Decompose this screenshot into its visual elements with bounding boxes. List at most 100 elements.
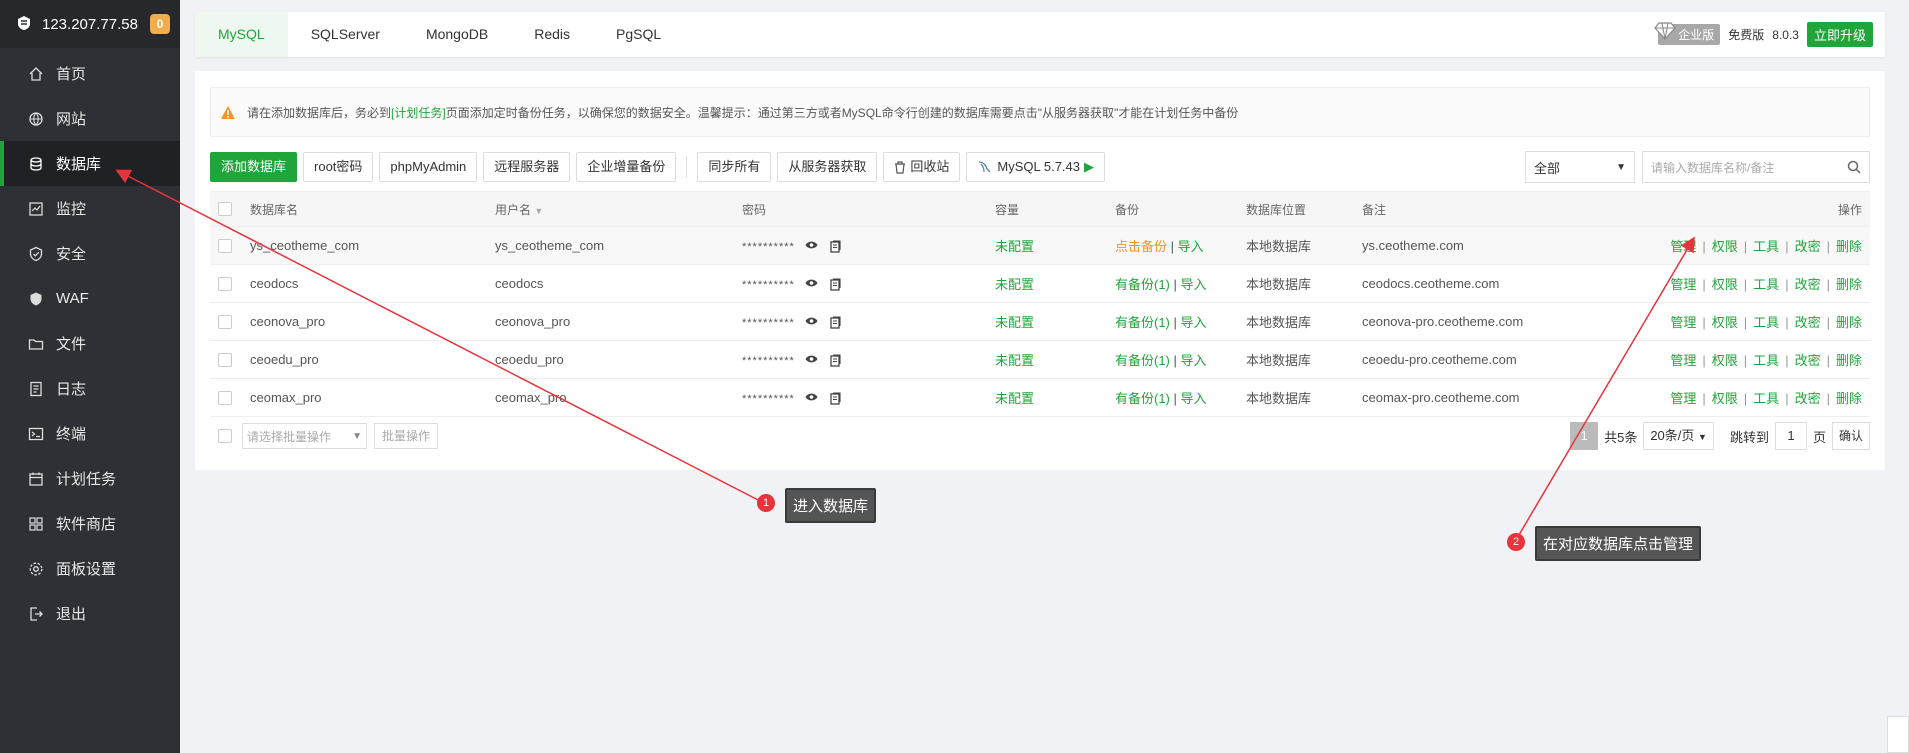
backup-link[interactable]: 点击备份 — [1115, 239, 1167, 254]
import-link[interactable]: 导入 — [1181, 391, 1207, 406]
tab-sqlserver[interactable]: SQLServer — [288, 12, 403, 57]
eye-icon[interactable] — [805, 354, 818, 364]
db-name-cell[interactable]: ceomax_pro — [250, 378, 495, 417]
op-0-link[interactable]: 管理 — [1670, 277, 1696, 292]
db-name-cell[interactable]: ys_ceotheme_com — [250, 226, 495, 265]
import-link[interactable]: 导入 — [1181, 277, 1207, 292]
op-1-link[interactable]: 权限 — [1712, 391, 1738, 406]
tab-pgsql[interactable]: PgSQL — [593, 12, 684, 57]
remark-cell[interactable]: ceonova-pro.ceotheme.com — [1362, 302, 1662, 341]
capacity-status[interactable]: 未配置 — [995, 391, 1034, 406]
op-4-link[interactable]: 删除 — [1836, 277, 1862, 292]
sidebar-item-10[interactable]: 软件商店 — [0, 501, 180, 546]
op-0-link[interactable]: 管理 — [1670, 239, 1696, 254]
copy-icon[interactable] — [830, 316, 841, 329]
capacity-status[interactable]: 未配置 — [995, 315, 1034, 330]
row-checkbox[interactable] — [218, 315, 232, 330]
op-3-link[interactable]: 改密 — [1795, 353, 1821, 368]
op-3-link[interactable]: 改密 — [1795, 277, 1821, 292]
remote-server-button[interactable]: 远程服务器 — [483, 152, 571, 182]
sidebar-item-4[interactable]: 安全 — [0, 231, 180, 276]
remark-cell[interactable]: ceomax-pro.ceotheme.com — [1362, 378, 1662, 417]
op-4-link[interactable]: 删除 — [1836, 353, 1862, 368]
filter-select[interactable]: 全部 ▼ — [1525, 151, 1635, 183]
op-4-link[interactable]: 删除 — [1836, 239, 1862, 254]
op-3-link[interactable]: 改密 — [1795, 391, 1821, 406]
backup-link[interactable]: 有备份(1) — [1115, 353, 1170, 368]
tab-mysql[interactable]: MySQL — [195, 12, 288, 57]
footer-select-all-checkbox[interactable] — [218, 429, 232, 443]
sidebar-item-12[interactable]: 退出 — [0, 591, 180, 636]
op-0-link[interactable]: 管理 — [1670, 315, 1696, 330]
remark-cell[interactable]: ceodocs.ceotheme.com — [1362, 264, 1662, 303]
page-size-select[interactable]: 20条/页 ▼ — [1643, 422, 1714, 450]
search-input[interactable]: 请输入数据库名称/备注 — [1642, 151, 1870, 183]
sidebar-item-8[interactable]: 终端 — [0, 411, 180, 456]
copy-icon[interactable] — [830, 278, 841, 291]
row-checkbox[interactable] — [218, 239, 232, 254]
op-1-link[interactable]: 权限 — [1712, 277, 1738, 292]
add-database-button[interactable]: 添加数据库 — [210, 152, 298, 182]
batch-action-button[interactable]: 批量操作 — [374, 423, 439, 449]
eye-icon[interactable] — [805, 240, 818, 250]
op-4-link[interactable]: 删除 — [1836, 391, 1862, 406]
op-1-link[interactable]: 权限 — [1712, 239, 1738, 254]
op-3-link[interactable]: 改密 — [1795, 239, 1821, 254]
backup-link[interactable]: 有备份(1) — [1115, 315, 1170, 330]
search-icon[interactable] — [1847, 160, 1861, 174]
floating-help-widget[interactable] — [1887, 716, 1909, 753]
copy-icon[interactable] — [830, 354, 841, 367]
jump-confirm-button[interactable]: 确认 — [1831, 422, 1870, 450]
copy-icon[interactable] — [830, 240, 841, 253]
op-1-link[interactable]: 权限 — [1712, 315, 1738, 330]
sidebar-item-3[interactable]: 监控 — [0, 186, 180, 231]
batch-action-select[interactable]: 请选择批量操作 ▼ — [242, 423, 367, 449]
tab-redis[interactable]: Redis — [511, 12, 593, 57]
sidebar-item-1[interactable]: 网站 — [0, 96, 180, 141]
sort-down-icon[interactable]: ▼ — [534, 206, 543, 216]
notification-badge[interactable]: 0 — [150, 14, 170, 34]
eye-icon[interactable] — [805, 278, 818, 288]
op-0-link[interactable]: 管理 — [1670, 391, 1696, 406]
backup-link[interactable]: 有备份(1) — [1115, 391, 1170, 406]
row-checkbox[interactable] — [218, 353, 232, 368]
capacity-status[interactable]: 未配置 — [995, 277, 1034, 292]
phpmyadmin-button[interactable]: phpMyAdmin — [379, 152, 478, 182]
op-4-link[interactable]: 删除 — [1836, 315, 1862, 330]
db-name-cell[interactable]: ceonova_pro — [250, 302, 495, 341]
tab-mongodb[interactable]: MongoDB — [403, 12, 511, 57]
get-from-server-button[interactable]: 从服务器获取 — [777, 152, 878, 182]
import-link[interactable]: 导入 — [1178, 239, 1204, 254]
current-page[interactable]: 1 — [1570, 422, 1599, 450]
recycle-bin-button[interactable]: 回收站 — [883, 152, 961, 182]
sidebar-item-11[interactable]: 面板设置 — [0, 546, 180, 591]
op-2-link[interactable]: 工具 — [1753, 315, 1779, 330]
sidebar-item-9[interactable]: 计划任务 — [0, 456, 180, 501]
row-checkbox[interactable] — [218, 277, 232, 292]
op-1-link[interactable]: 权限 — [1712, 353, 1738, 368]
row-checkbox[interactable] — [218, 391, 232, 406]
mysql-version-button[interactable]: MySQL 5.7.43 ▶ — [966, 152, 1105, 182]
remark-cell[interactable]: ceoedu-pro.ceotheme.com — [1362, 340, 1662, 379]
sidebar-item-2[interactable]: 数据库 — [0, 141, 180, 186]
op-2-link[interactable]: 工具 — [1753, 277, 1779, 292]
db-name-cell[interactable]: ceodocs — [250, 264, 495, 303]
jump-page-input[interactable]: 1 — [1774, 422, 1807, 450]
sidebar-item-6[interactable]: 文件 — [0, 321, 180, 366]
header-db-name[interactable]: 数据库名 — [250, 191, 495, 227]
capacity-status[interactable]: 未配置 — [995, 239, 1034, 254]
sidebar-item-5[interactable]: WAF — [0, 276, 180, 321]
sync-all-button[interactable]: 同步所有 — [697, 152, 772, 182]
sidebar-item-7[interactable]: 日志 — [0, 366, 180, 411]
op-2-link[interactable]: 工具 — [1753, 239, 1779, 254]
select-all-checkbox[interactable] — [218, 202, 232, 217]
enterprise-badge[interactable]: 企业版 — [1654, 22, 1721, 45]
root-password-button[interactable]: root密码 — [303, 152, 374, 182]
eye-icon[interactable] — [805, 392, 818, 402]
copy-icon[interactable] — [830, 392, 841, 405]
op-0-link[interactable]: 管理 — [1670, 353, 1696, 368]
sidebar-item-0[interactable]: 首页 — [0, 51, 180, 96]
remark-cell[interactable]: ys.ceotheme.com — [1362, 226, 1662, 265]
upgrade-button[interactable]: 立即升级 — [1806, 22, 1873, 47]
header-username[interactable]: 用户名 ▼ — [495, 191, 742, 227]
